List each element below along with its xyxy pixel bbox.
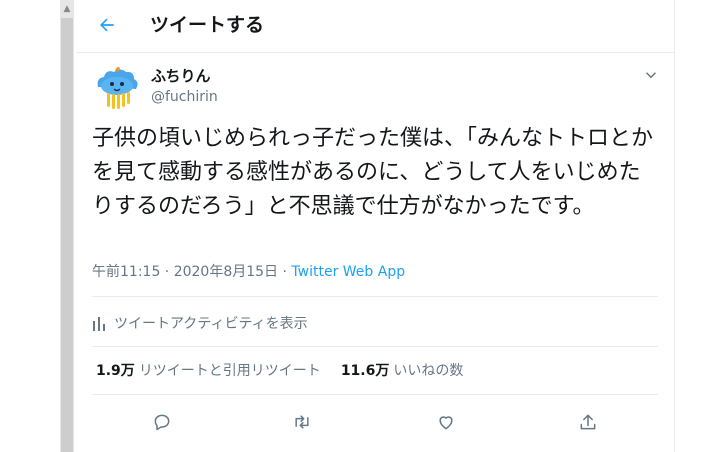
avatar[interactable] <box>92 62 142 112</box>
tweet-meta: 午前11:15 · 2020年8月15日 · Twitter Web App <box>92 262 405 282</box>
scroll-up-arrow-icon[interactable]: ▲ <box>60 2 74 16</box>
share-icon <box>580 414 596 430</box>
tweet-stats: 1.9万 リツイートと引用リツイート 11.6万 いいねの数 <box>96 361 483 381</box>
username[interactable]: @fuchirin <box>151 87 218 107</box>
arrow-left-icon <box>100 18 114 32</box>
scrollbar-thumb[interactable] <box>61 18 73 452</box>
source-app-link[interactable]: Twitter Web App <box>291 264 405 280</box>
likes-stat[interactable]: 11.6万 いいねの数 <box>341 361 464 381</box>
tweet-text: 子供の頃いじめられっ子だった僕は、「みんなトトロとかを見て感動する感性があるのに… <box>92 126 654 219</box>
retweet-button[interactable] <box>288 408 316 436</box>
share-button[interactable] <box>574 408 602 436</box>
reply-button[interactable] <box>148 408 176 436</box>
reply-icon <box>154 414 170 431</box>
tweet-activity-label: ツイートアクティビティを表示 <box>114 316 308 332</box>
retweets-stat[interactable]: 1.9万 リツイートと引用リツイート <box>96 361 321 381</box>
tweet-activity-link[interactable]: ツイートアクティビティを表示 <box>92 312 308 334</box>
retweet-icon <box>295 415 309 429</box>
page-title: ツイートする <box>150 14 265 36</box>
like-button[interactable] <box>432 408 460 436</box>
chevron-down-icon <box>645 72 657 79</box>
likes-label: いいねの数 <box>393 363 464 379</box>
tweet-timestamp[interactable]: 午前11:15 · 2020年8月15日 · <box>92 264 291 280</box>
back-button[interactable] <box>92 10 122 40</box>
display-name[interactable]: ふちりん <box>151 66 211 86</box>
page-header: ツイートする <box>76 0 674 53</box>
retweets-count: 1.9万 <box>96 363 135 379</box>
divider <box>92 394 658 395</box>
bar-chart-icon <box>93 317 105 331</box>
retweets-label: リツイートと引用リツイート <box>138 363 321 379</box>
divider <box>92 296 658 297</box>
divider <box>92 346 658 347</box>
tweet-actions <box>76 404 674 440</box>
right-margin <box>675 0 706 452</box>
more-options-button[interactable] <box>642 66 660 84</box>
likes-count: 11.6万 <box>340 363 390 379</box>
tweet-column: ツイートする ふちりん @fuchirin 子供の頃いじめられっ子だった僕は、「… <box>76 0 675 452</box>
heart-icon <box>439 416 453 430</box>
